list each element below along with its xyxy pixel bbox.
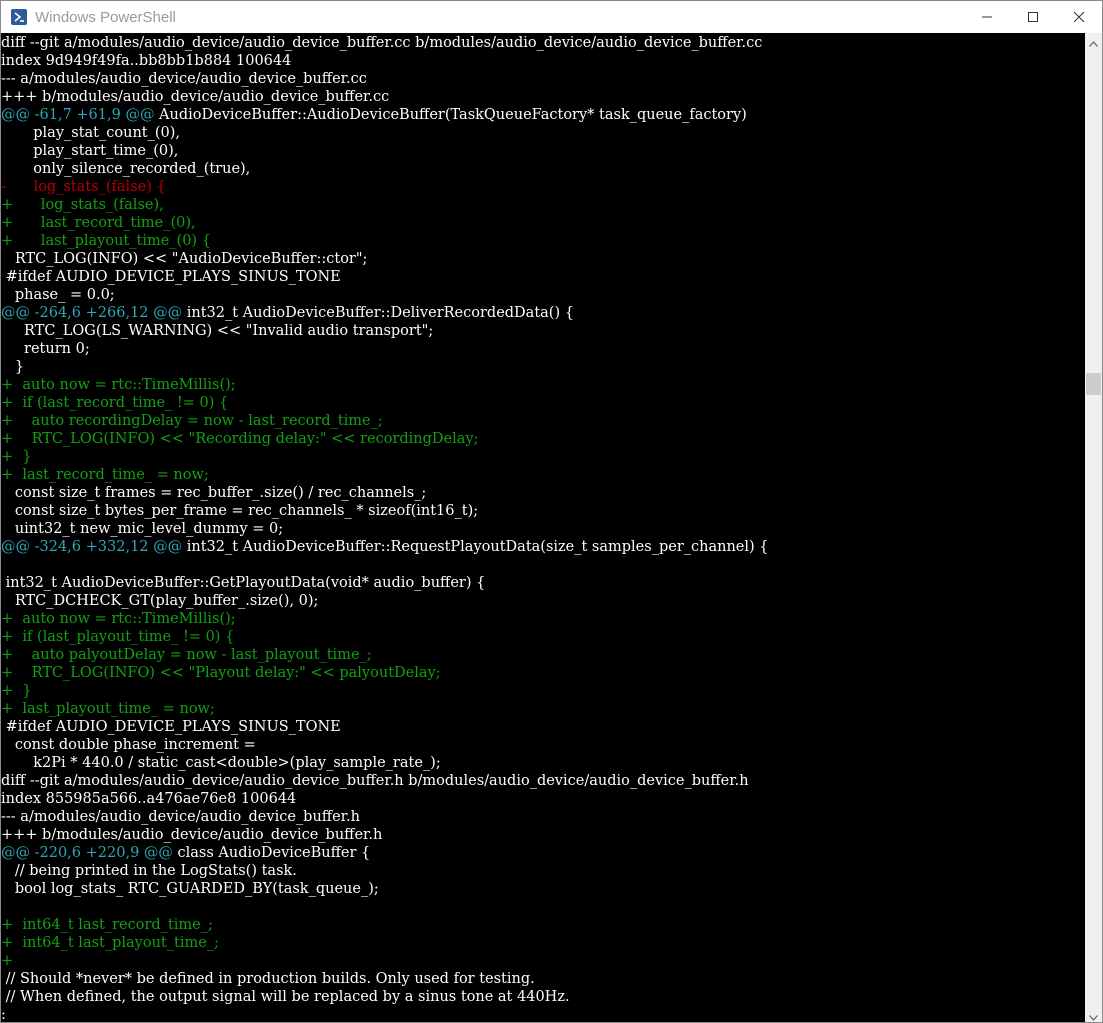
scroll-up-button[interactable] [1085, 33, 1102, 50]
console-lines: diff --git a/modules/audio_device/audio_… [1, 33, 1085, 1023]
console-line: + auto now = rtc::TimeMillis(); [1, 611, 236, 627]
scrollbar-thumb[interactable] [1086, 373, 1101, 395]
console-line: index 9d949f49fa..bb8bb1b884 100644 [1, 53, 292, 69]
console-line: uint32_t new_mic_level_dummy = 0; [1, 521, 284, 537]
hunk-context: class AudioDeviceBuffer { [172, 845, 371, 861]
console-line: --- a/modules/audio_device/audio_device_… [1, 71, 367, 87]
console-line: + if (last_playout_time_ != 0) { [1, 629, 235, 645]
minimize-button[interactable] [964, 1, 1010, 33]
hunk-header: @@ -264,6 +266,12 @@ [1, 305, 183, 321]
console-line: - log_stats_(false) { [1, 179, 166, 195]
console-line: // being printed in the LogStats() task. [1, 863, 297, 879]
maximize-icon [1027, 11, 1039, 23]
close-button[interactable] [1056, 1, 1102, 33]
scroll-up-icon [1089, 32, 1098, 51]
console-line: RTC_LOG(INFO) << "AudioDeviceBuffer::cto… [1, 251, 368, 267]
close-icon [1073, 11, 1085, 23]
console-line: play_start_time_(0), [1, 143, 179, 159]
console-line: + } [1, 449, 32, 465]
console-line: @@ -61,7 +61,9 @@ AudioDeviceBuffer::Aud… [1, 106, 1085, 124]
powershell-window: Windows PowerShell diff --git a/modules/… [0, 0, 1103, 1023]
minimize-icon [981, 11, 993, 23]
console-line: + int64_t last_playout_time_; [1, 935, 219, 951]
console-line: index 855985a566..a476ae76e8 100644 [1, 791, 297, 807]
console-line: #ifdef AUDIO_DEVICE_PLAYS_SINUS_TONE [1, 269, 341, 285]
console-line: bool log_stats_ RTC_GUARDED_BY(task_queu… [1, 881, 379, 897]
hunk-context: int32_t AudioDeviceBuffer::DeliverRecord… [182, 305, 574, 321]
console-line: return 0; [1, 341, 90, 357]
console-line: + } [1, 683, 32, 699]
console-line: diff --git a/modules/audio_device/audio_… [1, 773, 749, 789]
console-line: + last_record_time_ = now; [1, 467, 209, 483]
console-line: + log_stats_(false), [1, 197, 164, 213]
console-line: diff --git a/modules/audio_device/audio_… [1, 35, 763, 51]
window-title: Windows PowerShell [35, 8, 176, 26]
console-line: : [1, 1007, 6, 1023]
console-line: + auto palyoutDelay = now - last_playout… [1, 647, 372, 663]
console-line: + last_playout_time_(0) { [1, 233, 211, 249]
window-controls [964, 1, 1102, 33]
console-line: // Should *never* be defined in producti… [1, 971, 535, 987]
console-line: } [1, 359, 25, 375]
console-line: + last_record_time_(0), [1, 215, 196, 231]
console-line: const size_t bytes_per_frame = rec_chann… [1, 503, 479, 519]
console-line: + int64_t last_record_time_; [1, 917, 213, 933]
scroll-down-button[interactable] [1085, 1006, 1102, 1022]
console-line: + RTC_LOG(INFO) << "Recording delay:" <<… [1, 431, 479, 447]
console-line: // When defined, the output signal will … [1, 989, 570, 1005]
scroll-down-icon [1089, 1006, 1098, 1022]
console-line: @@ -324,6 +332,12 @@ int32_t AudioDevice… [1, 538, 1085, 556]
title-bar[interactable]: Windows PowerShell [1, 1, 1102, 33]
hunk-header: @@ -220,6 +220,9 @@ [1, 845, 173, 861]
hunk-header: @@ -61,7 +61,9 @@ [1, 107, 155, 123]
console-line: only_silence_recorded_(true), [1, 161, 251, 177]
console-line: + [1, 953, 14, 969]
console-line: + auto recordingDelay = now - last_recor… [1, 413, 383, 429]
console-line: + last_playout_time_ = now; [1, 701, 215, 717]
console-output[interactable]: diff --git a/modules/audio_device/audio_… [1, 33, 1085, 1023]
console-line: int32_t AudioDeviceBuffer::GetPlayoutDat… [1, 575, 486, 591]
console-line: phase_ = 0.0; [1, 287, 115, 303]
console-line: #ifdef AUDIO_DEVICE_PLAYS_SINUS_TONE [1, 719, 341, 735]
hunk-context: AudioDeviceBuffer::AudioDeviceBuffer(Tas… [154, 107, 747, 123]
maximize-button[interactable] [1010, 1, 1056, 33]
hunk-header: @@ -324,6 +332,12 @@ [1, 539, 183, 555]
console-line: k2Pi * 440.0 / static_cast<double>(play_… [1, 755, 441, 771]
console-line: --- a/modules/audio_device/audio_device_… [1, 809, 360, 825]
console-line: + if (last_record_time_ != 0) { [1, 395, 229, 411]
console-line: +++ b/modules/audio_device/audio_device_… [1, 89, 390, 105]
console-line: + auto now = rtc::TimeMillis(); [1, 377, 236, 393]
console-line: + RTC_LOG(INFO) << "Playout delay:" << p… [1, 665, 441, 681]
console-line: RTC_DCHECK_GT(play_buffer_.size(), 0); [1, 593, 319, 609]
console-line: @@ -264,6 +266,12 @@ int32_t AudioDevice… [1, 304, 1085, 322]
console-line: @@ -220,6 +220,9 @@ class AudioDeviceBuf… [1, 844, 1085, 862]
console-line: play_stat_count_(0), [1, 125, 181, 141]
hunk-context: int32_t AudioDeviceBuffer::RequestPlayou… [182, 539, 769, 555]
powershell-icon [11, 9, 27, 25]
console-line: const size_t frames = rec_buffer_.size()… [1, 485, 427, 501]
vertical-scrollbar[interactable] [1085, 33, 1102, 1022]
console-line: RTC_LOG(LS_WARNING) << "Invalid audio tr… [1, 323, 434, 339]
console-line: +++ b/modules/audio_device/audio_device_… [1, 827, 383, 843]
console-line: const double phase_increment = [1, 737, 256, 753]
